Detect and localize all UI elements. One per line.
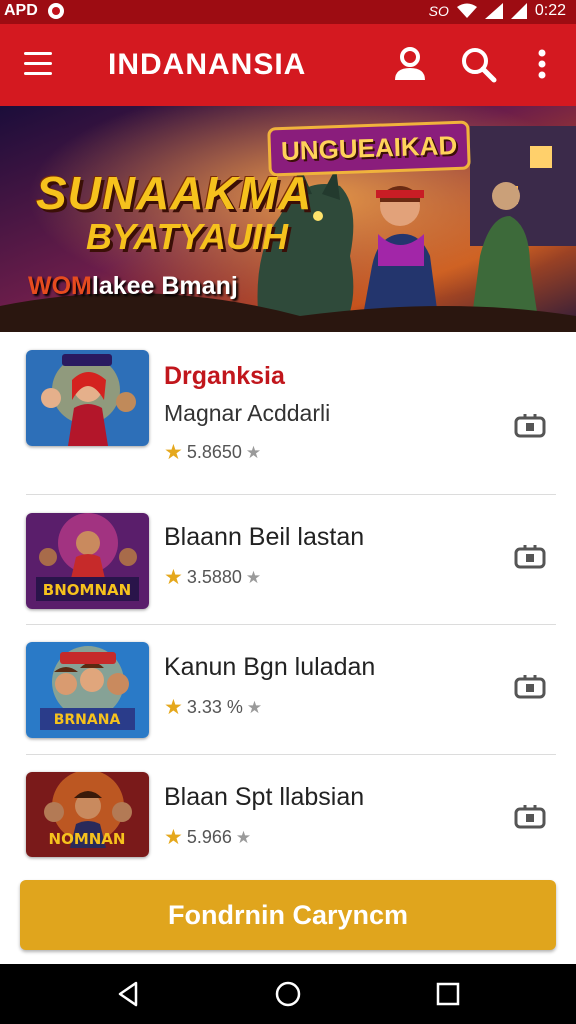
search-icon[interactable] (458, 44, 498, 84)
person-icon[interactable] (390, 44, 430, 84)
star-icon: ★ (164, 826, 183, 849)
rating-value: 5.966 (186, 827, 232, 847)
status-app-text: APD (4, 2, 38, 19)
app-bar: INDANANSIA (0, 24, 576, 106)
star-outline-icon: ★ (235, 827, 252, 847)
download-icon[interactable] (514, 414, 546, 438)
game-name: Drganksia (164, 362, 285, 390)
banner-tagline-accent: WOM (28, 272, 92, 300)
download-icon[interactable] (514, 545, 546, 569)
status-left: APD (4, 2, 64, 20)
system-nav-bar (0, 964, 576, 1024)
game-name: Blaan Spt llabsian (164, 783, 365, 811)
list-item[interactable]: BNOMNAN Blaann Beil lastan ★ 3.5880 ★ (0, 495, 576, 625)
download-icon[interactable] (514, 675, 546, 699)
banner-headline-2: BYATYAUIH (86, 216, 288, 257)
list-item[interactable]: NOMNAN Blaan Spt llabsian ★ 5.966 ★ (0, 755, 576, 885)
banner-headline-1: SUNAAKMA (36, 167, 313, 219)
rating-value: 3.5880 (186, 567, 242, 587)
download-icon[interactable] (514, 805, 546, 829)
banner-tagline: WOMlakee Bmanj (28, 272, 238, 301)
game-thumbnail (26, 350, 149, 446)
app-title: INDANANSIA (108, 48, 307, 81)
more-vertical-icon[interactable] (522, 44, 562, 84)
back-icon[interactable] (114, 980, 142, 1008)
list-item[interactable]: BRNANA Kanun Bgn luladan ★ 3.33 % ★ (0, 625, 576, 755)
game-name: Blaann Beil lastan (164, 523, 365, 551)
game-name: Kanun Bgn luladan (164, 653, 376, 681)
game-thumbnail: NOMNAN (26, 772, 149, 857)
game-thumbnail: BNOMNAN (26, 513, 149, 609)
clock: 0:22 (534, 2, 566, 19)
star-icon: ★ (164, 566, 183, 589)
status-label: SO (428, 3, 449, 19)
home-icon[interactable] (274, 980, 302, 1008)
rating-value: 5.8650 (186, 442, 242, 462)
wifi-icon (456, 3, 477, 18)
game-thumbnail: BRNANA (26, 642, 149, 738)
star-outline-icon: ★ (245, 442, 262, 462)
star-icon: ★ (164, 696, 183, 719)
primary-cta-button[interactable]: Fondrnin Caryncm (20, 880, 556, 950)
game-rating: ★ 5.8650 ★ (164, 440, 261, 465)
game-subtitle: Magnar Acddarli (164, 400, 331, 426)
status-bar: APD SO 0:22 (0, 0, 576, 24)
star-icon: ★ (164, 441, 183, 464)
signal-icon (484, 3, 503, 19)
hamburger-icon[interactable] (24, 52, 52, 76)
hero-banner[interactable]: UNGUEAIKAD SUNAAKMA BYATYAUIH WOMlakee B… (0, 106, 576, 332)
star-outline-icon: ★ (246, 697, 263, 717)
battery-icon (510, 3, 527, 19)
game-rating: ★ 5.966 ★ (164, 825, 251, 850)
record-icon (47, 3, 64, 19)
game-rating: ★ 3.5880 ★ (164, 565, 261, 590)
recents-icon[interactable] (434, 980, 462, 1008)
thumb-caption: BRNANA (54, 712, 121, 728)
status-right: SO 0:22 (429, 2, 566, 20)
rating-value: 3.33 % (186, 697, 243, 717)
star-outline-icon: ★ (245, 567, 262, 587)
thumb-caption: NOMNAN (49, 830, 126, 848)
list-item[interactable]: Drganksia Magnar Acddarli ★ 5.8650 ★ (0, 332, 576, 495)
banner-tagline-text: lakee Bmanj (91, 272, 238, 300)
thumb-caption: BNOMNAN (43, 581, 131, 599)
game-rating: ★ 3.33 % ★ (164, 695, 262, 720)
